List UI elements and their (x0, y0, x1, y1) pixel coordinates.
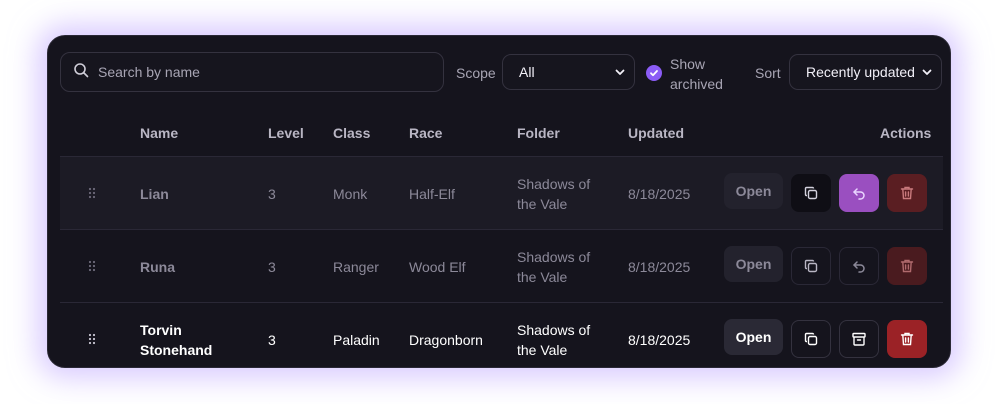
chevron-down-icon (922, 69, 932, 75)
character-class: Ranger (333, 259, 379, 275)
trash-icon (900, 332, 914, 346)
drag-handle-icon[interactable] (88, 187, 96, 199)
copy-icon (804, 186, 818, 200)
delete-button[interactable] (887, 247, 927, 285)
search-input[interactable] (98, 64, 418, 80)
undo-icon (853, 188, 865, 200)
character-race: Dragonborn (409, 332, 483, 348)
character-race: Half-Elf (409, 186, 455, 202)
open-button[interactable]: Open (724, 173, 783, 209)
duplicate-button[interactable] (791, 320, 831, 358)
check-icon (650, 70, 658, 77)
sort-value: Recently updated (806, 64, 915, 80)
duplicate-button[interactable] (791, 174, 831, 212)
trash-icon (900, 259, 914, 273)
delete-button[interactable] (887, 320, 927, 358)
character-folder: Shadows of the Vale (517, 249, 591, 285)
scope-select[interactable]: All (502, 54, 635, 90)
restore-button[interactable] (839, 174, 879, 212)
character-updated: 8/18/2025 (628, 332, 691, 348)
table-row[interactable]: Runa 3 Ranger Wood Elf Shadows of the Va… (60, 229, 943, 302)
scope-label: Scope (456, 65, 496, 81)
archive-icon (852, 332, 866, 346)
trash-icon (900, 186, 914, 200)
column-header-class[interactable]: Class (333, 125, 370, 141)
search-icon (73, 62, 89, 83)
character-name[interactable]: Lian (140, 184, 169, 204)
drag-handle-icon[interactable] (88, 333, 96, 345)
open-button[interactable]: Open (724, 246, 783, 282)
character-class: Paladin (333, 332, 380, 348)
character-updated: 8/18/2025 (628, 259, 691, 275)
column-header-race[interactable]: Race (409, 125, 442, 141)
search-box[interactable] (60, 52, 444, 92)
scope-value: All (519, 64, 535, 80)
character-race: Wood Elf (409, 259, 466, 275)
character-folder: Shadows of the Vale (517, 322, 591, 358)
undo-icon (853, 261, 865, 273)
copy-icon (804, 259, 818, 273)
archive-button[interactable] (839, 320, 879, 358)
drag-handle-icon[interactable] (88, 260, 96, 272)
character-level: 3 (268, 186, 276, 202)
open-button[interactable]: Open (724, 319, 783, 355)
show-archived-checkbox[interactable] (646, 65, 662, 81)
show-archived-label[interactable]: Show archived (670, 54, 740, 94)
character-level: 3 (268, 332, 276, 348)
character-list-card: Scope All Show archived Sort Recently up… (47, 35, 951, 368)
character-name[interactable]: Torvin Stonehand (140, 320, 240, 360)
column-header-folder[interactable]: Folder (517, 125, 560, 141)
character-name[interactable]: Runa (140, 257, 175, 277)
column-header-actions: Actions (880, 125, 932, 141)
copy-icon (804, 332, 818, 346)
column-header-level[interactable]: Level (268, 125, 304, 141)
delete-button[interactable] (887, 174, 927, 212)
chevron-down-icon (615, 69, 625, 75)
column-header-name[interactable]: Name (140, 125, 178, 141)
sort-label: Sort (755, 65, 781, 81)
duplicate-button[interactable] (791, 247, 831, 285)
table-row[interactable]: Torvin Stonehand 3 Paladin Dragonborn Sh… (60, 302, 943, 367)
restore-button[interactable] (839, 247, 879, 285)
sort-select[interactable]: Recently updated (789, 54, 942, 90)
character-level: 3 (268, 259, 276, 275)
column-header-updated[interactable]: Updated (628, 125, 684, 141)
table-row[interactable]: Lian 3 Monk Half-Elf Shadows of the Vale… (60, 156, 943, 229)
character-updated: 8/18/2025 (628, 186, 691, 202)
character-class: Monk (333, 186, 368, 202)
character-folder: Shadows of the Vale (517, 176, 591, 212)
